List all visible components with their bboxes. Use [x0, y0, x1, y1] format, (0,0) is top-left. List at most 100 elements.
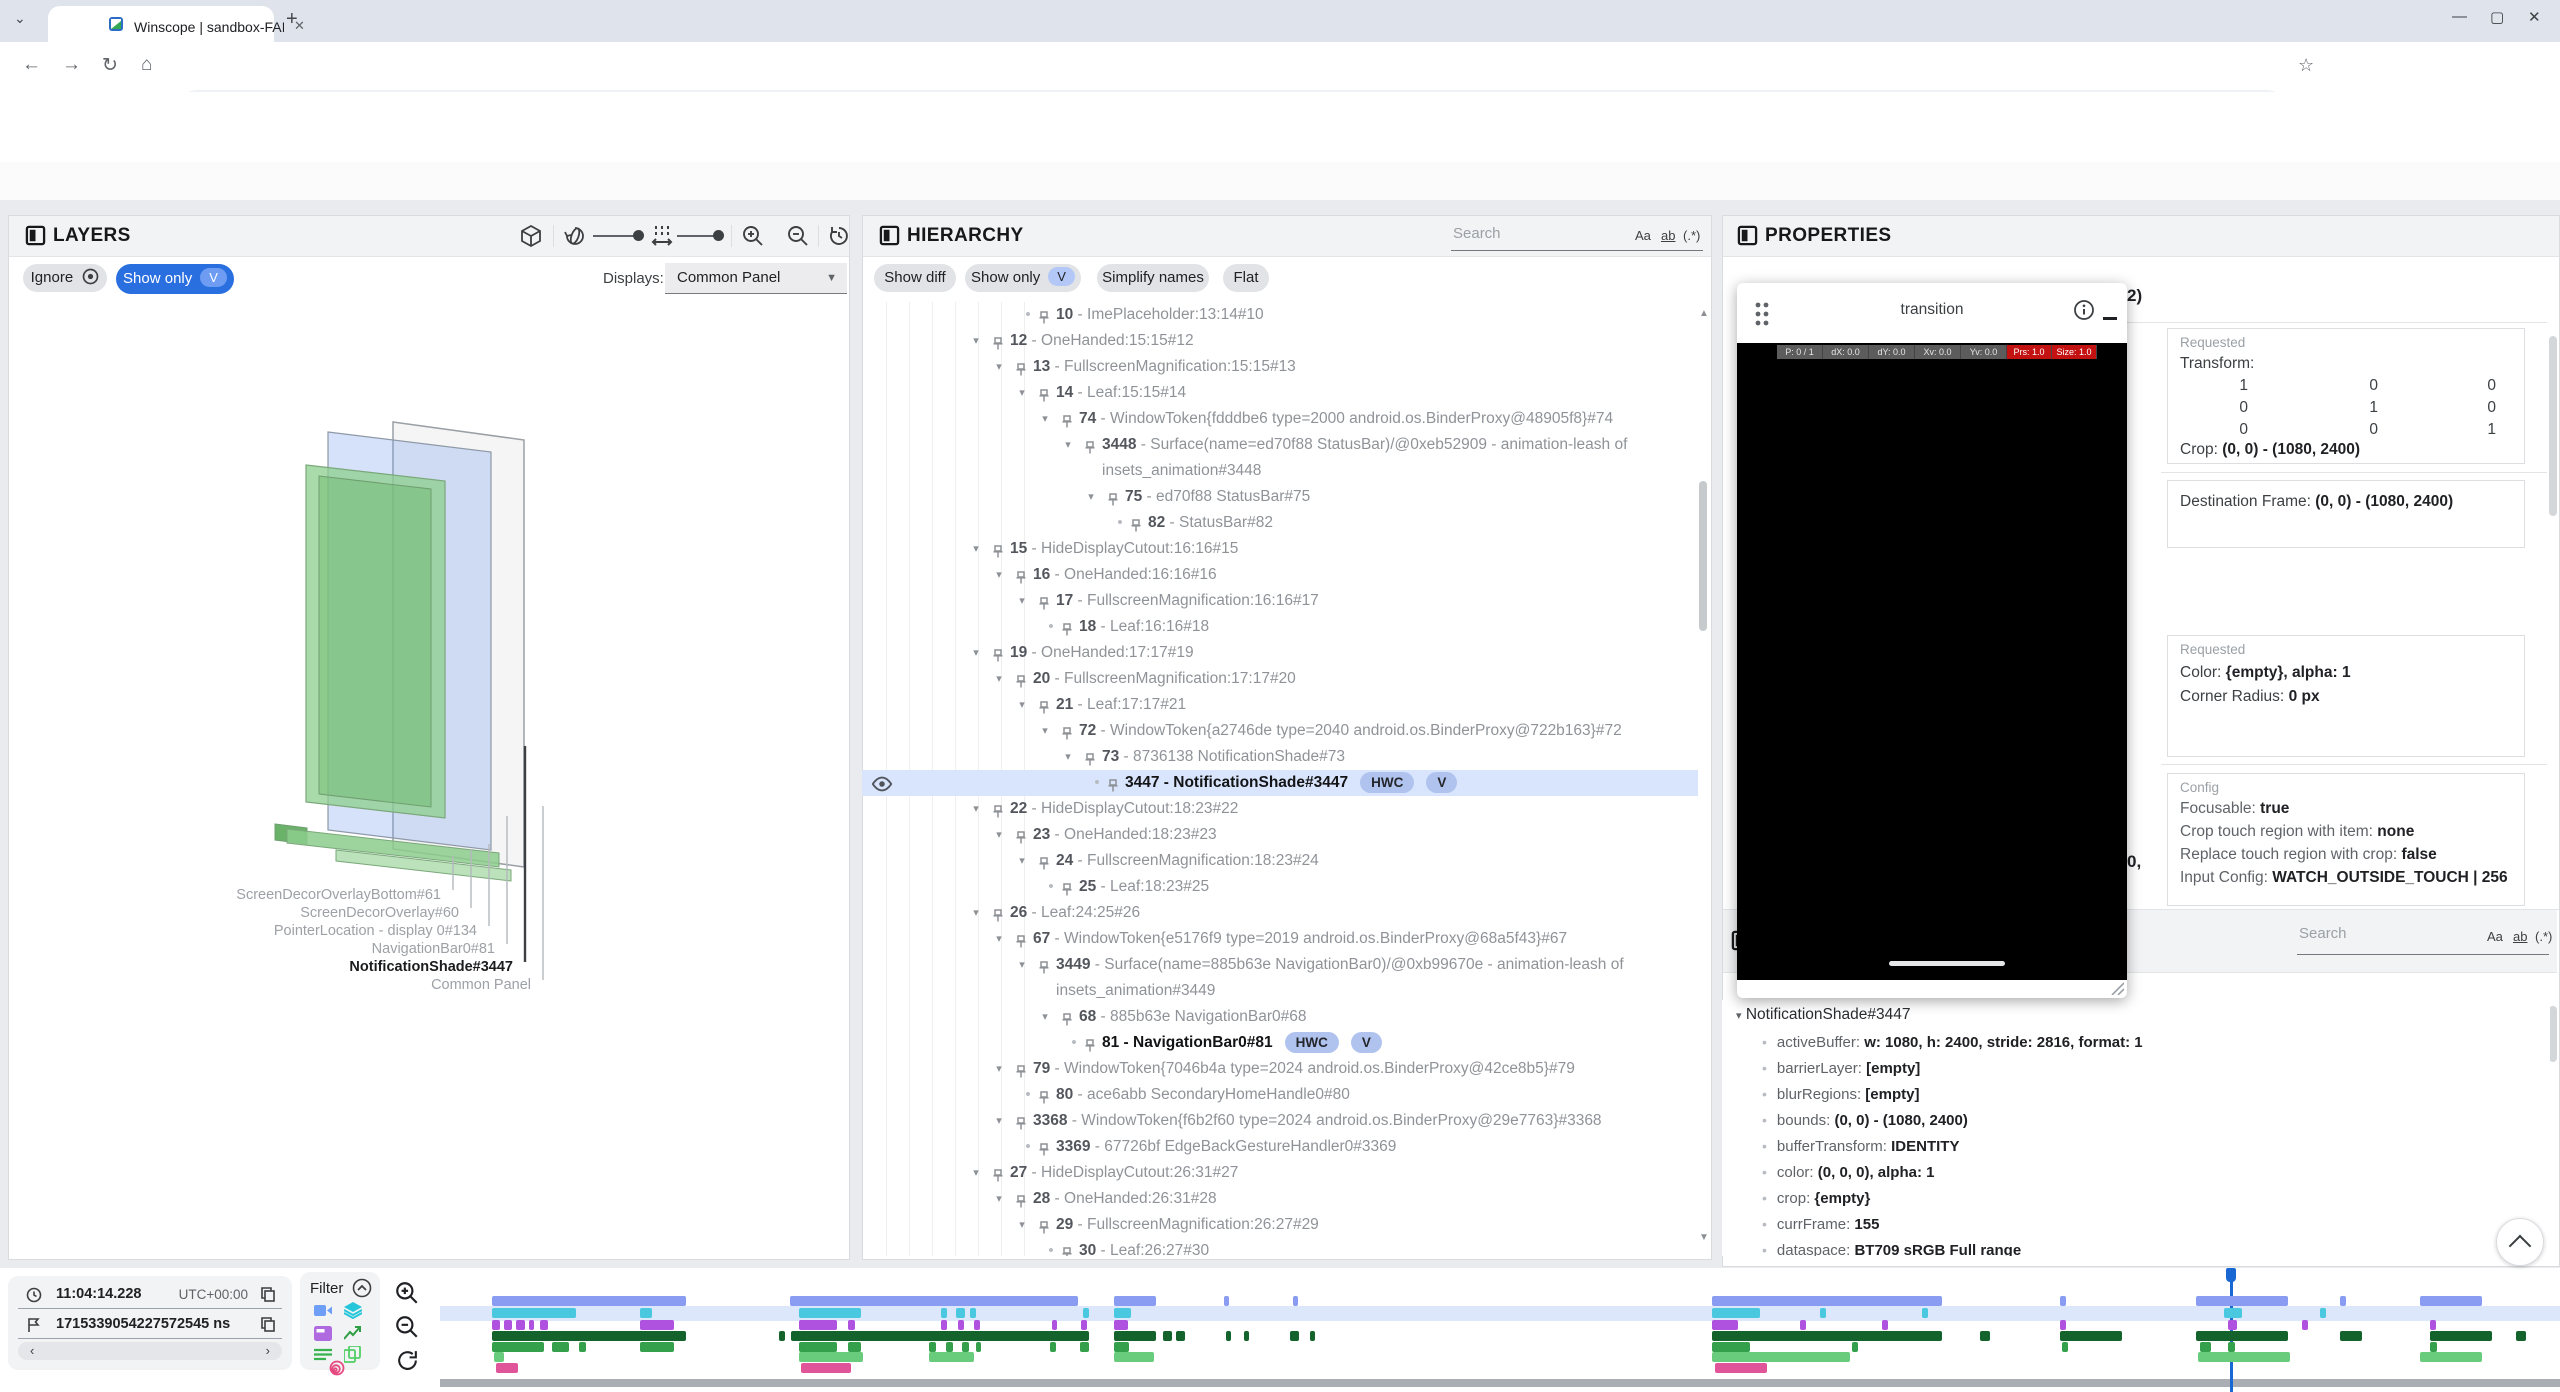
scroll-up-icon[interactable]: ▲: [1699, 308, 1709, 319]
timeline-segment-window-manager[interactable]: [640, 1320, 674, 1330]
displays-dropdown[interactable]: Common Panel▼: [665, 263, 847, 294]
timeline-segment-ime[interactable]: [579, 1342, 586, 1352]
pin-icon[interactable]: [1038, 1218, 1050, 1232]
ignore-chip[interactable]: Ignore: [23, 264, 107, 292]
timeline-segment-window-manager[interactable]: [540, 1320, 548, 1330]
timeline-segment-ime[interactable]: [962, 1342, 969, 1352]
timeline-segment-ime[interactable]: [552, 1342, 569, 1352]
timeline-segment-window-manager[interactable]: [1712, 1320, 1738, 1330]
pin-icon[interactable]: [1061, 880, 1073, 894]
hierarchy-row[interactable]: ▾72 - WindowToken{a2746de type=2040 andr…: [862, 718, 1698, 744]
back-button[interactable]: ←: [22, 54, 41, 76]
pin-icon[interactable]: [1015, 568, 1027, 582]
expand-arrow-icon[interactable]: ▾: [1037, 718, 1053, 744]
timeline-segment-ime[interactable]: [929, 1342, 936, 1352]
timeline-cursor-handle[interactable]: [2226, 1268, 2236, 1282]
layer-rect-green-2[interactable]: [319, 476, 431, 807]
expand-arrow-icon[interactable]: ▾: [968, 640, 984, 666]
timeline-strip[interactable]: [440, 1268, 2560, 1392]
expand-arrow-icon[interactable]: ▾: [991, 1186, 1007, 1212]
pin-icon[interactable]: [1107, 776, 1119, 790]
hierarchy-row[interactable]: ▾24 - FullscreenMagnification:18:23#24: [862, 848, 1698, 874]
expand-arrow-icon[interactable]: ▾: [1014, 848, 1030, 874]
hierarchy-row[interactable]: •25 - Leaf:18:23#25: [862, 874, 1698, 900]
flat-button[interactable]: Flat: [1223, 264, 1269, 292]
timeline-segment-window-manager[interactable]: [529, 1320, 534, 1330]
timeline-segment-window-manager[interactable]: [516, 1320, 525, 1330]
timeline-segment-transactions[interactable]: [1224, 1296, 1229, 1306]
pin-icon[interactable]: [1015, 672, 1027, 686]
zoom-in-icon[interactable]: [741, 224, 765, 248]
tab-search-chevron-icon[interactable]: ⌄: [14, 10, 26, 27]
hierarchy-row[interactable]: ▾73 - 8736138 NotificationShade#73: [862, 744, 1698, 770]
panel-icon[interactable]: [879, 225, 900, 246]
spacing-icon[interactable]: [651, 224, 673, 248]
timeline-segment-ime[interactable]: [1114, 1342, 1129, 1352]
pin-icon[interactable]: [1084, 750, 1096, 764]
expand-arrow-icon[interactable]: ▾: [968, 536, 984, 562]
browser-tab[interactable]: Winscope | sandbox-FAIL ✕: [48, 6, 274, 42]
timeline-segment-surface-flinger[interactable]: [799, 1308, 861, 1318]
expand-arrow-icon[interactable]: ▾: [1037, 406, 1053, 432]
pin-icon[interactable]: [1038, 1088, 1050, 1102]
expand-arrow-icon[interactable]: ▾: [991, 926, 1007, 952]
timeline-segment-ime[interactable]: [1050, 1342, 1056, 1352]
timeline-segment-transactions[interactable]: [790, 1296, 1078, 1306]
hierarchy-row[interactable]: ▾20 - FullscreenMagnification:17:17#20: [862, 666, 1698, 692]
screen-recording-icon[interactable]: [314, 1304, 332, 1317]
expand-arrow-icon[interactable]: ▾: [1014, 588, 1030, 614]
timeline-segment-protolog[interactable]: [2196, 1331, 2288, 1341]
timeline-segment-transactions[interactable]: [2196, 1296, 2288, 1306]
timeline-segment-protolog[interactable]: [2340, 1331, 2362, 1341]
overlay-title-bar[interactable]: transition: [1737, 283, 2127, 343]
hierarchy-row[interactable]: •82 - StatusBar#82: [862, 510, 1698, 536]
view-capture-trace-icon[interactable]: [344, 1346, 361, 1363]
timeline-segment-window-manager[interactable]: [2228, 1320, 2237, 1330]
minimize-icon[interactable]: [2103, 317, 2117, 320]
hierarchy-row[interactable]: ▾13 - FullscreenMagnification:15:15#13: [862, 354, 1698, 380]
timeline-segment-window-manager[interactable]: [1114, 1320, 1128, 1330]
timeline-segment-view-capture[interactable]: [494, 1352, 504, 1362]
layer-label[interactable]: NavigationBar0#81: [9, 941, 495, 957]
pin-icon[interactable]: [1061, 1244, 1073, 1256]
timeline-segment-ime[interactable]: [1080, 1342, 1089, 1352]
hierarchy-row[interactable]: ▾15 - HideDisplayCutout:16:16#15: [862, 536, 1698, 562]
hierarchy-scrollbar-thumb[interactable]: [1699, 481, 1707, 631]
hierarchy-row[interactable]: ▾23 - OneHanded:18:23#23: [862, 822, 1698, 848]
property-item[interactable]: •activeBuffer: w: 1080, h: 2400, stride:…: [1762, 1034, 2143, 1051]
expand-arrow-icon[interactable]: ▾: [991, 562, 1007, 588]
pin-icon[interactable]: [1015, 1062, 1027, 1076]
copy-icon[interactable]: [260, 1286, 276, 1302]
layer-label[interactable]: PointerLocation - display 0#134: [9, 923, 477, 939]
pin-icon[interactable]: [1015, 828, 1027, 842]
match-case-icon[interactable]: Aa: [2487, 929, 2503, 944]
timeline-segment-protolog[interactable]: [1226, 1331, 1231, 1341]
timeline-segment-protolog[interactable]: [2430, 1331, 2492, 1341]
property-item[interactable]: •barrierLayer: [empty]: [1762, 1060, 1920, 1077]
timeline-segment-protolog[interactable]: [1290, 1331, 1299, 1341]
pin-icon[interactable]: [1084, 438, 1096, 452]
pin-icon[interactable]: [992, 1166, 1004, 1180]
pin-icon[interactable]: [1015, 1114, 1027, 1128]
timeline-segment-protolog[interactable]: [779, 1331, 785, 1341]
pin-icon[interactable]: [1084, 1036, 1096, 1050]
rotation-icon[interactable]: [563, 224, 587, 248]
transition-overlay-card[interactable]: transition P: 0 / 1dX: 0.0dY: 0.0Xv: 0.0…: [1737, 283, 2127, 998]
pin-icon[interactable]: [1015, 932, 1027, 946]
panel-icon[interactable]: [25, 225, 46, 246]
expand-arrow-icon[interactable]: ▾: [991, 1108, 1007, 1134]
pin-icon[interactable]: [1038, 854, 1050, 868]
timeline-segment-window-manager[interactable]: [958, 1320, 964, 1330]
timeline-segment-window-manager[interactable]: [941, 1320, 947, 1330]
pin-icon[interactable]: [1038, 386, 1050, 400]
timeline-segment-view-capture[interactable]: [1114, 1352, 1154, 1362]
pin-icon[interactable]: [1061, 724, 1073, 738]
timeline-segment-transactions[interactable]: [2420, 1296, 2482, 1306]
property-item[interactable]: •dataspace: BT709 sRGB Full range: [1762, 1242, 2021, 1256]
timeline-segment-surface-flinger[interactable]: [970, 1308, 976, 1318]
expand-arrow-icon[interactable]: ▾: [1083, 484, 1099, 510]
hierarchy-row[interactable]: ▾75 - ed70f88 StatusBar#75: [862, 484, 1698, 510]
zoom-out-icon[interactable]: [786, 224, 810, 248]
3d-view-cube-icon[interactable]: [519, 224, 543, 248]
expand-arrow-icon[interactable]: ▾: [991, 822, 1007, 848]
